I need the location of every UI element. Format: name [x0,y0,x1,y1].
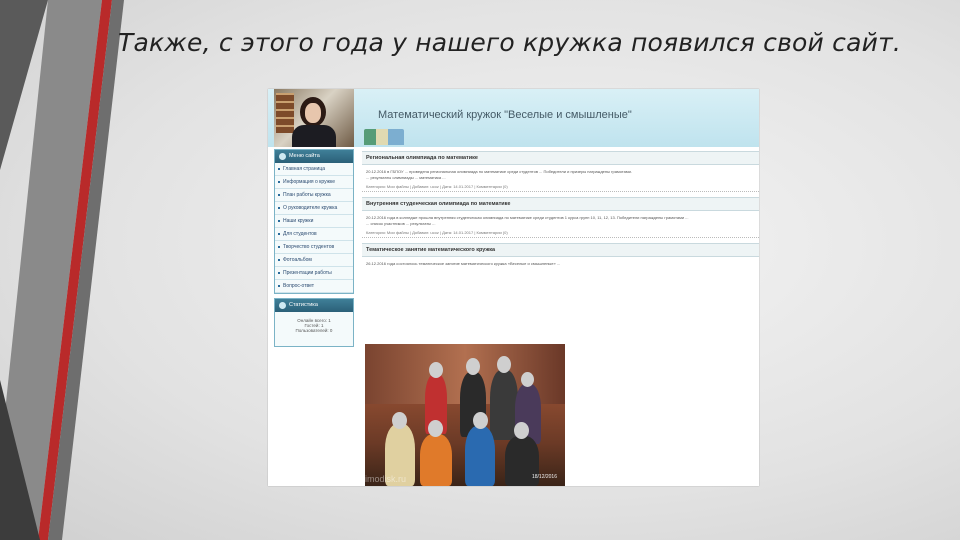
post-title[interactable]: Внутренняя студенческая олимпиада по мат… [362,197,759,211]
site-header: Математический кружок "Веселые и смышлен… [268,89,759,147]
stats-box: Статистика Онлайн всего: 1 Гостей: 1 Пол… [274,298,354,347]
menu-item-students[interactable]: Для студентов [275,228,353,241]
menu-item-leader[interactable]: О руководителе кружка [275,202,353,215]
sidebar: Меню сайта Главная страница Информация о… [274,149,354,351]
main-content: Региональная олимпиада по математике 20.… [362,151,759,274]
post-title[interactable]: Региональная олимпиада по математике [362,151,759,165]
site-menu: Меню сайта Главная страница Информация о… [274,149,354,294]
photo-watermark: imodisk.ru [365,474,407,484]
menu-item-creativity[interactable]: Творчество студентов [275,241,353,254]
menu-item-presentations[interactable]: Презентации работы [275,267,353,280]
menu-item-photos[interactable]: Фотоальбом [275,254,353,267]
menu-bullet-icon [279,153,286,160]
post-title[interactable]: Тематическое занятие математического кру… [362,243,759,257]
post: Тематическое занятие математического кру… [362,243,759,269]
stats-body: Онлайн всего: 1 Гостей: 1 Пользователей:… [295,318,333,333]
stats-header: Статистика [275,299,353,312]
stats-bullet-icon [279,302,286,309]
portrait-image [274,89,354,147]
menu-item-home[interactable]: Главная страница [275,163,353,176]
menu-header: Меню сайта [275,150,353,163]
books-image [364,129,404,145]
website-screenshot: Математический кружок "Веселые и смышлен… [268,89,759,486]
photo-date: 18/12/2016 [531,474,557,480]
post-text: 20.12.2016 в ГБПОУ ... проведена региона… [366,169,632,180]
post-meta: Категория: Мои файлы | Добавил: ucoz | Д… [362,228,759,238]
post-text: 20.12.2016 года в колледже прошла внутре… [366,215,689,226]
post-text: 26.12.2016 года состоялось тематическое … [366,261,561,266]
decorative-stripes [0,0,124,540]
slide-title: Также, с этого года у нашего кружка появ… [118,28,901,57]
site-title: Математический кружок "Веселые и смышлен… [378,109,632,121]
menu-item-circles[interactable]: Наши кружки [275,215,353,228]
post: Внутренняя студенческая олимпиада по мат… [362,197,759,238]
post: Региональная олимпиада по математике 20.… [362,151,759,192]
menu-item-info[interactable]: Информация о кружке [275,176,353,189]
menu-item-plan[interactable]: План работы кружка [275,189,353,202]
menu-item-faq[interactable]: Вопрос-ответ [275,280,353,293]
group-photo: 18/12/2016 imodisk.ru [365,344,565,486]
post-meta: Категория: Мои файлы | Добавил: ucoz | Д… [362,182,759,192]
